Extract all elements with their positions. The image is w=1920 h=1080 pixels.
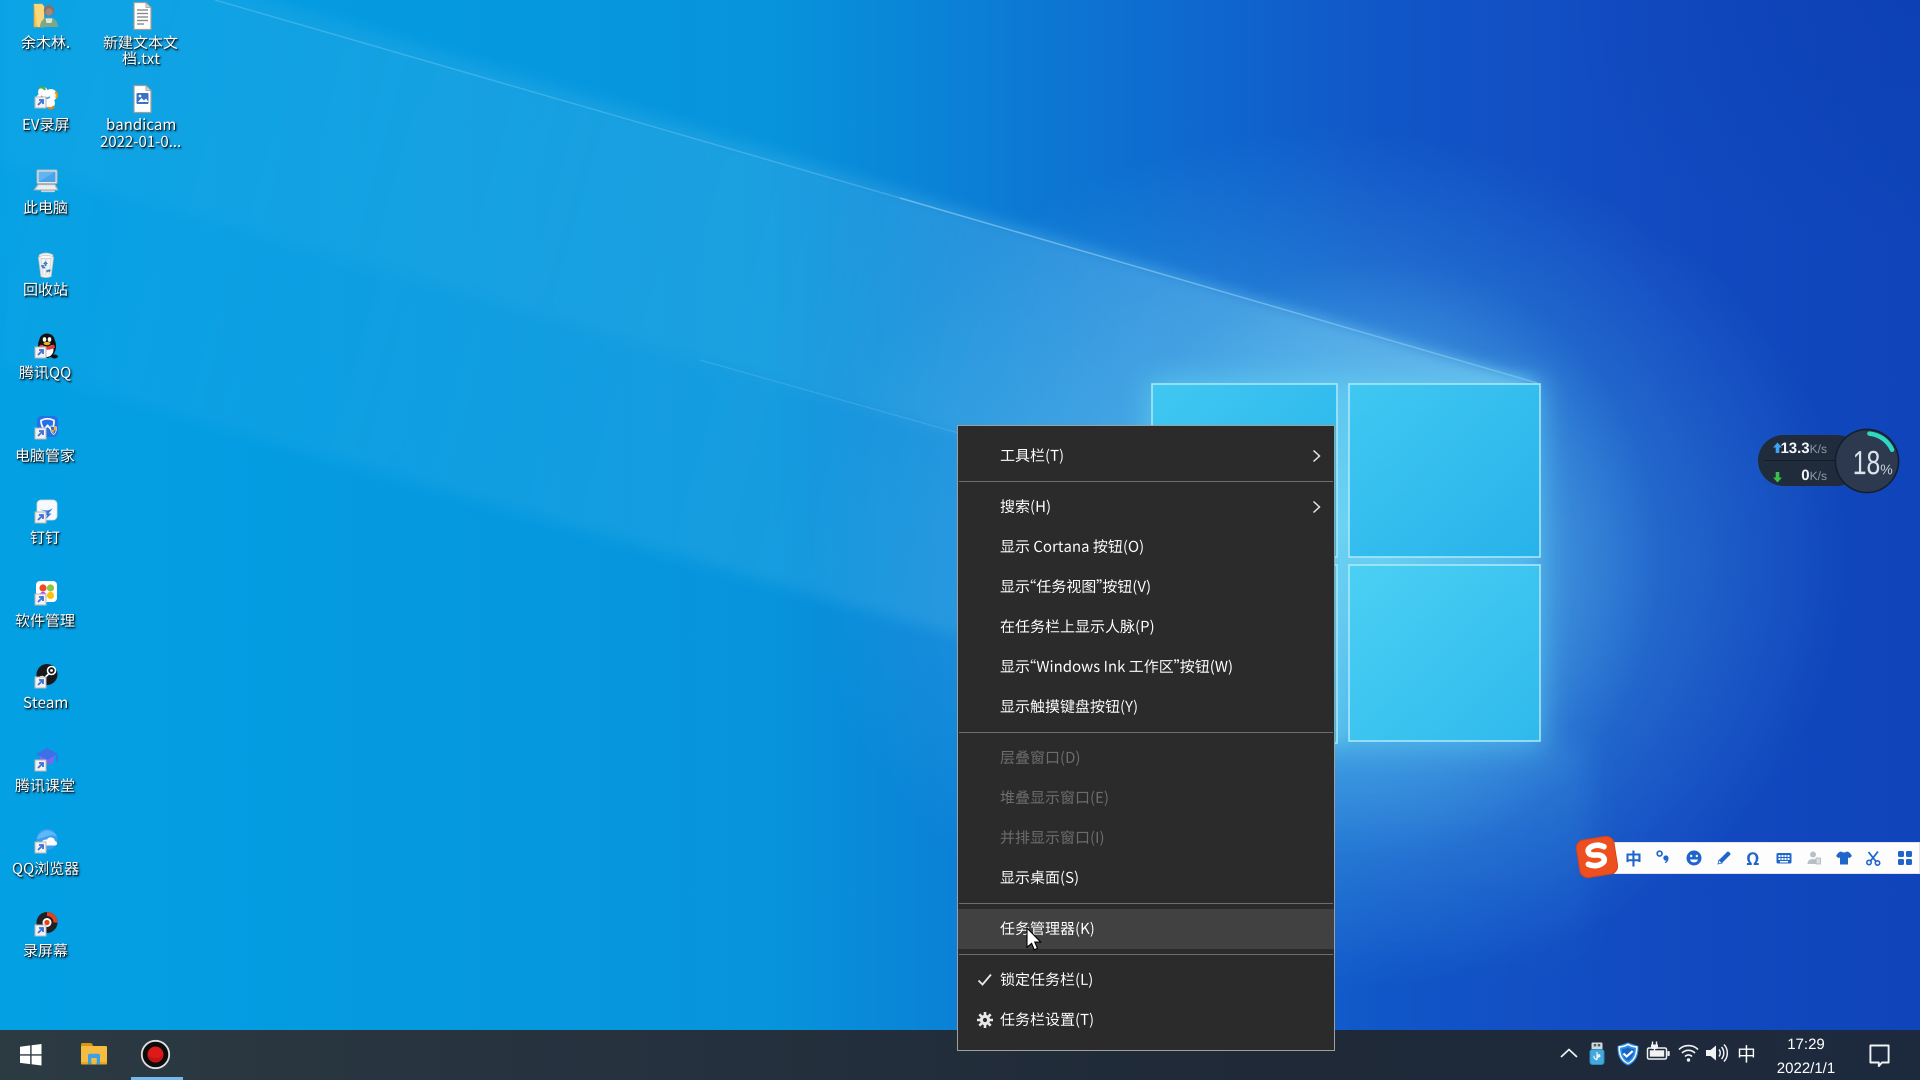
svg-text:18: 18 — [1853, 445, 1881, 482]
svg-text:%: % — [1880, 461, 1892, 477]
